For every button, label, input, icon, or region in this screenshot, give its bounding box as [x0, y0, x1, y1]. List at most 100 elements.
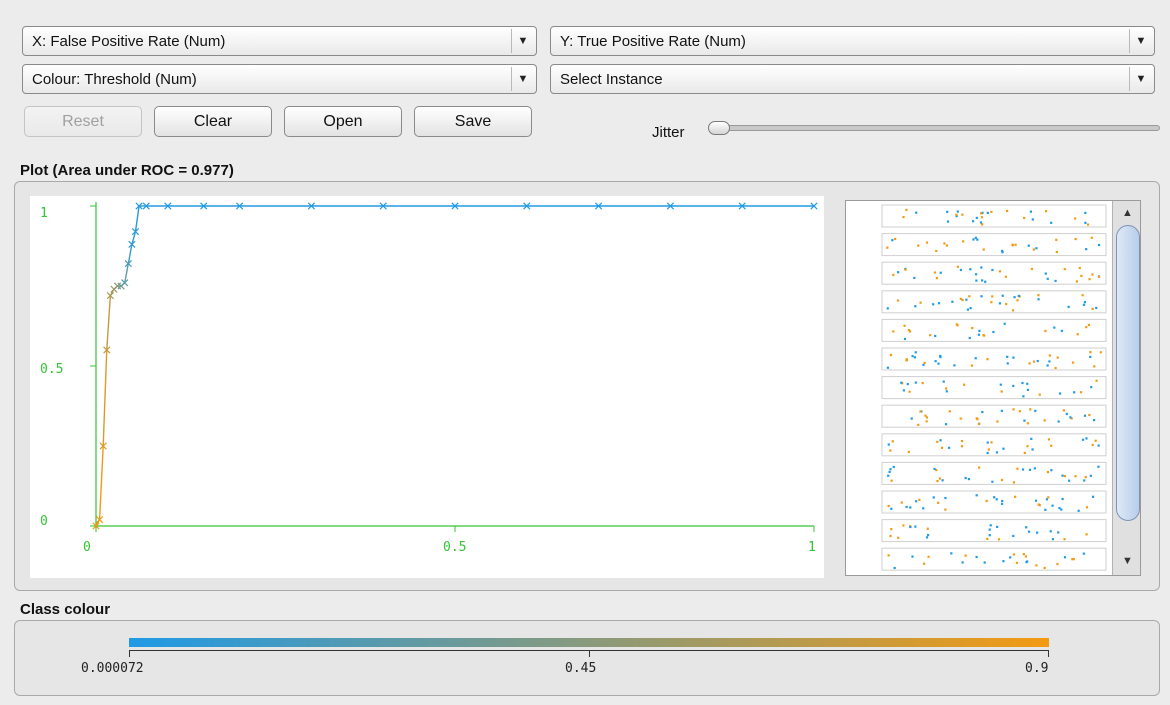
- matrix-point: [1002, 560, 1005, 563]
- matrix-point: [1087, 323, 1091, 327]
- chevron-down-icon[interactable]: ▼: [1129, 29, 1152, 53]
- matrix-point: [1091, 443, 1094, 447]
- matrix-point: [925, 420, 928, 423]
- scroll-thumb[interactable]: [1116, 225, 1140, 521]
- matrix-point: [914, 305, 917, 308]
- matrix-point: [963, 383, 966, 386]
- y-axis-select[interactable]: Y: True Positive Rate (Num) ▼: [550, 26, 1155, 56]
- matrix-point: [1034, 409, 1037, 412]
- matrix-point: [1026, 382, 1029, 385]
- matrix-cell[interactable]: [881, 404, 1107, 428]
- matrix-point: [1097, 465, 1100, 468]
- matrix-point: [1034, 499, 1038, 502]
- matrix-point: [905, 358, 909, 362]
- matrix-cell[interactable]: [881, 261, 1107, 285]
- plot-title: Plot (Area under ROC = 0.977): [20, 162, 234, 179]
- matrix-point: [906, 382, 909, 386]
- attribute-bars[interactable]: [880, 201, 1110, 576]
- roc-curve-segment: [134, 205, 140, 232]
- matrix-point: [1014, 243, 1017, 246]
- matrix-point: [1003, 322, 1006, 325]
- matrix-point: [968, 295, 971, 298]
- matrix-point: [892, 273, 895, 276]
- attribute-matrix[interactable]: ▲ ▼: [845, 200, 1141, 576]
- matrix-point: [887, 474, 890, 477]
- matrix-point: [1026, 388, 1030, 392]
- matrix-point: [979, 221, 983, 224]
- matrix-point: [1063, 538, 1066, 541]
- matrix-point: [959, 417, 962, 420]
- x-axis-select[interactable]: X: False Positive Rate (Num) ▼: [22, 26, 537, 56]
- matrix-point: [1056, 562, 1059, 566]
- matrix-point: [1097, 275, 1101, 278]
- matrix-point: [936, 440, 939, 443]
- matrix-point: [946, 210, 949, 213]
- save-button[interactable]: Save: [414, 106, 532, 137]
- matrix-point: [1089, 474, 1092, 477]
- matrix-point: [1030, 437, 1033, 440]
- matrix-point: [909, 506, 912, 509]
- matrix-cell[interactable]: [881, 461, 1107, 485]
- matrix-point: [992, 330, 995, 334]
- chevron-down-icon[interactable]: ▼: [1129, 67, 1152, 91]
- matrix-point: [933, 467, 936, 471]
- matrix-point: [911, 355, 914, 358]
- matrix-point: [1045, 498, 1048, 501]
- matrix-point: [990, 210, 993, 214]
- matrix-point: [1067, 305, 1070, 309]
- matrix-point: [956, 265, 959, 268]
- matrix-point: [1090, 386, 1093, 389]
- matrix-point: [917, 423, 920, 426]
- matrix-point: [959, 268, 963, 272]
- scroll-down-icon[interactable]: ▼: [1113, 551, 1140, 571]
- jitter-slider[interactable]: [708, 125, 1160, 131]
- matrix-point: [922, 507, 925, 510]
- matrix-point: [1012, 481, 1016, 484]
- chevron-down-icon[interactable]: ▼: [511, 67, 534, 91]
- instance-select[interactable]: Select Instance ▼: [550, 64, 1155, 94]
- roc-plot[interactable]: 1 0.5 0 0 0.5 1: [30, 196, 824, 578]
- x-tick-0-5: 0.5: [443, 540, 467, 555]
- matrix-point: [960, 439, 964, 443]
- scroll-up-icon[interactable]: ▲: [1113, 203, 1140, 223]
- matrix-cell[interactable]: [881, 204, 1107, 228]
- open-button[interactable]: Open: [284, 106, 402, 137]
- matrix-point: [1028, 362, 1031, 365]
- matrix-point: [932, 496, 935, 499]
- matrix-point: [1093, 419, 1096, 422]
- colour-select[interactable]: Colour: Threshold (Num) ▼: [22, 64, 537, 94]
- jitter-slider-knob[interactable]: [708, 121, 730, 135]
- matrix-point: [1031, 448, 1034, 451]
- matrix-point: [902, 524, 905, 527]
- matrix-point: [981, 410, 984, 414]
- matrix-point: [888, 470, 891, 474]
- matrix-point: [1063, 268, 1066, 271]
- matrix-point: [1016, 467, 1019, 470]
- reset-button[interactable]: Reset: [24, 106, 142, 137]
- matrix-cell[interactable]: [881, 233, 1107, 257]
- matrix-point: [887, 554, 890, 557]
- matrix-point: [1095, 379, 1098, 382]
- matrix-point: [986, 358, 989, 361]
- matrix-point: [1048, 354, 1051, 357]
- matrix-point: [995, 451, 999, 454]
- matrix-point: [993, 496, 996, 499]
- clear-button[interactable]: Clear: [154, 106, 272, 137]
- matrix-point: [929, 334, 932, 337]
- y-axis-select-value: Y: True Positive Rate (Num): [560, 33, 746, 50]
- matrix-point: [1095, 306, 1098, 310]
- matrix-cell[interactable]: [881, 376, 1107, 400]
- roc-chart[interactable]: [30, 196, 824, 578]
- matrix-scrollbar[interactable]: ▲ ▼: [1112, 201, 1140, 575]
- matrix-point: [1061, 474, 1064, 477]
- matrix-point: [1006, 209, 1009, 213]
- matrix-cell[interactable]: [881, 519, 1107, 543]
- matrix-point: [1037, 298, 1040, 301]
- matrix-cell[interactable]: [881, 433, 1107, 457]
- matrix-point: [968, 336, 971, 340]
- matrix-cell[interactable]: [881, 290, 1107, 314]
- matrix-point: [986, 537, 989, 540]
- instance-select-value: Select Instance: [560, 71, 663, 88]
- matrix-cell[interactable]: [881, 318, 1107, 342]
- chevron-down-icon[interactable]: ▼: [511, 29, 534, 53]
